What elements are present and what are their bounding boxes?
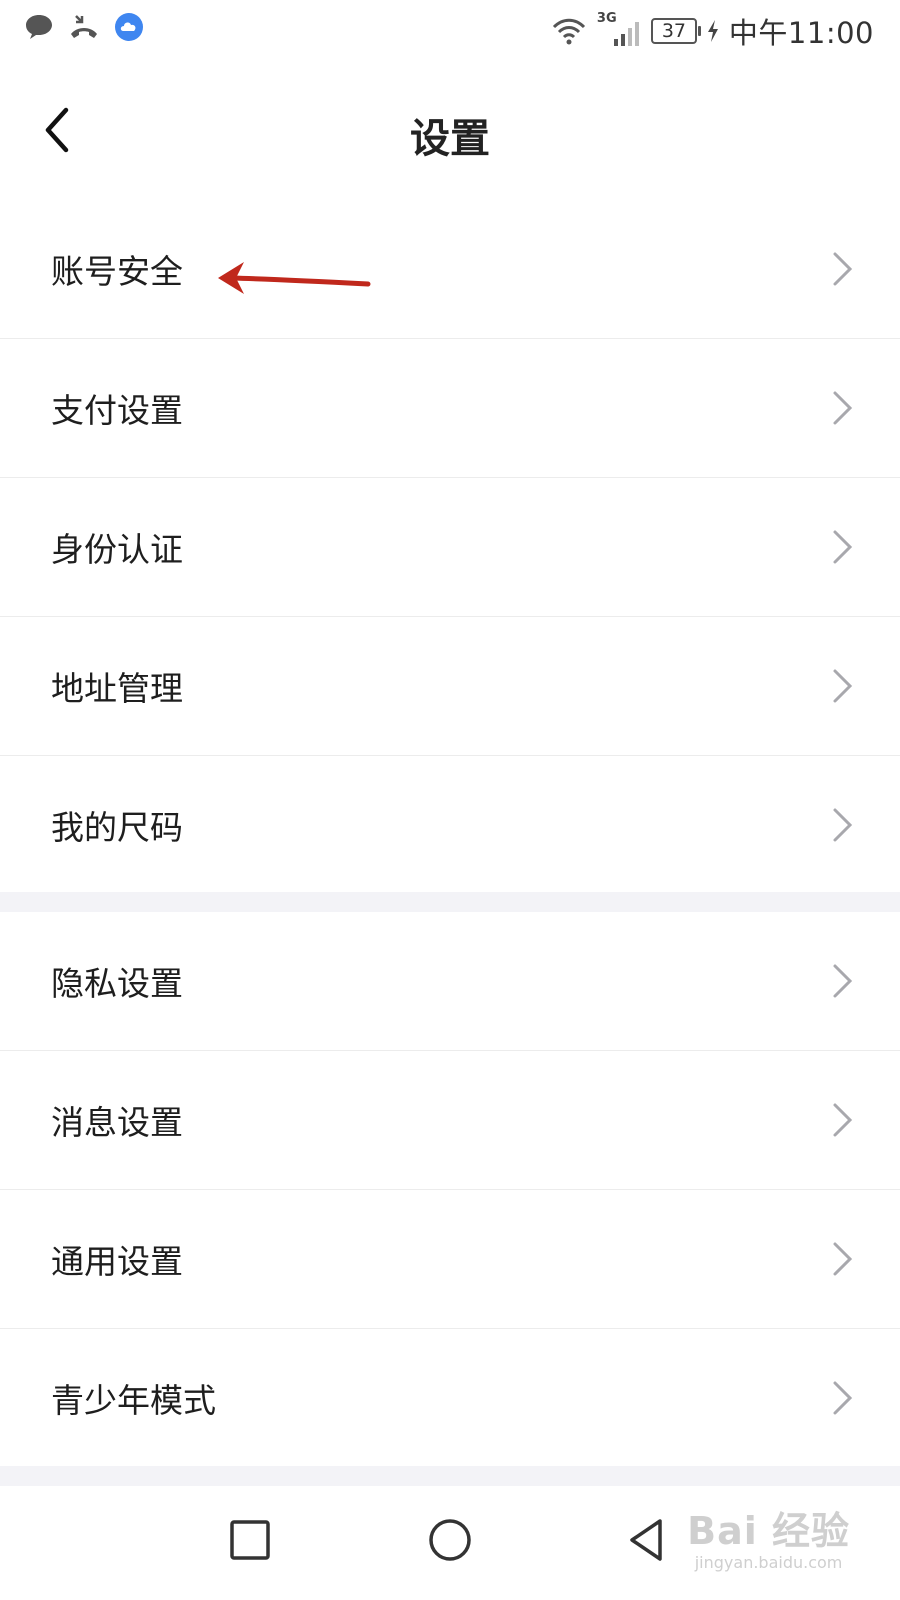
settings-item-label: 地址管理 [51,669,183,708]
signal-icon [613,22,639,46]
chevron-right-icon [833,530,853,564]
bottom-divider [0,1466,900,1486]
message-icon [26,15,52,39]
settings-group-general: 隐私设置 消息设置 通用设置 青少年模式 [0,912,900,1467]
system-indicators: 3G 37 中午11:00 [551,10,874,52]
group-divider [0,892,900,912]
watermark: Bai 经验 jingyan.baidu.com [687,1500,850,1572]
recents-square-icon[interactable] [220,1510,280,1570]
chevron-right-icon [833,1242,853,1276]
settings-item-label: 身份认证 [51,530,183,569]
settings-item-address[interactable]: 地址管理 [0,617,900,756]
settings-item-identity[interactable]: 身份认证 [0,478,900,617]
notification-icons [24,12,144,42]
settings-item-label: 我的尺码 [51,808,183,847]
chevron-right-icon [833,669,853,703]
missed-call-icon [71,15,97,38]
settings-item-label: 隐私设置 [51,964,183,1003]
watermark-url: jingyan.baidu.com [694,1553,843,1572]
chevron-right-icon [833,808,853,842]
chevron-right-icon [833,252,853,286]
settings-item-label: 青少年模式 [51,1381,216,1420]
settings-item-size[interactable]: 我的尺码 [0,756,900,894]
chevron-right-icon [833,391,853,425]
settings-item-label: 账号安全 [51,252,183,291]
watermark-brand: Bai 经验 [687,1509,850,1553]
charging-icon [707,20,718,42]
settings-item-label: 支付设置 [51,391,183,430]
settings-item-teen-mode[interactable]: 青少年模式 [0,1329,900,1467]
mobile-signal: 3G [597,11,641,47]
cloud-app-icon [115,13,143,41]
chevron-right-icon [833,1381,853,1415]
settings-item-label: 消息设置 [51,1103,183,1142]
settings-item-account-security[interactable]: 账号安全 [0,200,900,339]
battery-indicator: 37 [650,18,701,44]
status-bar: 3G 37 中午11:00 [0,0,900,60]
back-triangle-icon[interactable] [618,1510,678,1570]
settings-item-privacy[interactable]: 隐私设置 [0,912,900,1051]
page-title: 设置 [410,116,490,162]
header: 设置 [0,80,900,180]
settings-item-general[interactable]: 通用设置 [0,1190,900,1329]
settings-item-payment[interactable]: 支付设置 [0,339,900,478]
clock: 中午11:00 [728,16,874,50]
settings-item-label: 通用设置 [51,1242,183,1281]
annotation-arrow-icon [218,262,371,294]
chevron-right-icon [833,1103,853,1137]
wifi-icon [552,18,585,45]
settings-group-account: 账号安全 支付设置 身份认证 地址管理 我的尺码 [0,200,900,894]
chevron-right-icon [833,964,853,998]
home-circle-icon[interactable] [420,1510,480,1570]
settings-item-messages[interactable]: 消息设置 [0,1051,900,1190]
